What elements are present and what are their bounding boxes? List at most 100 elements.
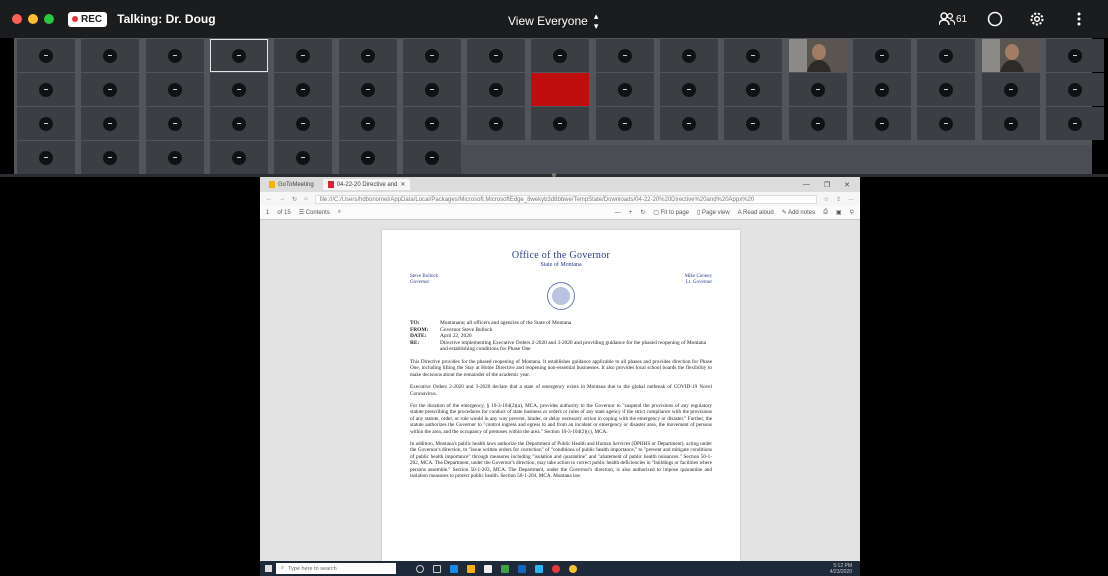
participant-tile[interactable]	[467, 73, 526, 106]
participant-tile[interactable]	[1045, 39, 1104, 72]
participant-tile[interactable]	[81, 107, 140, 140]
chat-button[interactable]	[974, 0, 1016, 38]
participant-tile[interactable]	[17, 141, 75, 174]
participant-tile[interactable]	[402, 39, 461, 72]
more-icon[interactable]: …	[848, 196, 860, 202]
participant-tile[interactable]	[402, 141, 461, 174]
minimize-icon[interactable]: —	[803, 181, 810, 189]
participant-tile[interactable]	[209, 141, 268, 174]
participant-tile[interactable]	[1045, 107, 1104, 140]
app-icon[interactable]	[501, 564, 509, 573]
participant-tile[interactable]	[81, 141, 140, 174]
cortana-icon[interactable]	[416, 564, 424, 573]
participant-tile[interactable]	[402, 73, 461, 106]
participant-tile[interactable]	[531, 73, 590, 106]
view-selector[interactable]: View Everyone ▴ ▾	[508, 11, 598, 31]
participant-tile[interactable]	[852, 73, 911, 106]
taskbar-search-input[interactable]: ⌕ Type here to search	[276, 563, 396, 574]
participant-tile[interactable]	[788, 107, 847, 140]
participant-tile[interactable]	[531, 107, 590, 140]
store-icon[interactable]	[484, 564, 492, 573]
participant-tile[interactable]	[467, 107, 526, 140]
participant-tile[interactable]	[145, 73, 204, 106]
participant-tile[interactable]	[917, 107, 976, 140]
home-icon[interactable]: ⌂	[304, 196, 308, 202]
participant-tile[interactable]	[274, 39, 333, 72]
participant-tile[interactable]	[274, 73, 333, 106]
participant-tile[interactable]	[81, 73, 140, 106]
app-icon[interactable]	[535, 564, 543, 573]
participant-tile[interactable]	[917, 39, 976, 72]
participant-video-tile[interactable]	[788, 39, 847, 72]
maximize-icon[interactable]: ❐	[824, 181, 830, 189]
forward-icon[interactable]: →	[279, 196, 285, 202]
pin-icon[interactable]: ⚲	[850, 209, 860, 216]
participant-tile[interactable]	[402, 107, 461, 140]
zoom-out-icon[interactable]: —	[615, 210, 621, 216]
close-icon[interactable]: ✕	[400, 181, 405, 188]
participant-video-tile[interactable]	[981, 39, 1040, 72]
participant-tile[interactable]	[17, 107, 75, 140]
participant-tile[interactable]	[852, 39, 911, 72]
participant-tile[interactable]	[595, 73, 654, 106]
participant-tile[interactable]	[852, 107, 911, 140]
participant-tile[interactable]	[724, 107, 783, 140]
participant-tile[interactable]	[724, 39, 783, 72]
contents-button[interactable]: ☰ Contents	[299, 209, 330, 216]
participant-tile[interactable]	[274, 141, 333, 174]
participant-tile[interactable]	[274, 107, 333, 140]
system-tray[interactable]: 5:12 PM 4/23/2020	[830, 563, 860, 575]
rotate-icon[interactable]: ↻	[640, 209, 645, 216]
save-icon[interactable]: ▣	[836, 209, 842, 216]
read-aloud-button[interactable]: A Read aloud	[738, 210, 774, 216]
participant-tile[interactable]	[338, 107, 397, 140]
participant-tile[interactable]	[145, 141, 204, 174]
participant-tile[interactable]	[17, 73, 75, 106]
participant-tile[interactable]	[660, 107, 718, 140]
favorite-star-icon[interactable]: ☆	[824, 196, 829, 203]
page-view-button[interactable]: ▯ Page view	[697, 209, 730, 216]
app-icon[interactable]	[552, 564, 560, 573]
participant-tile[interactable]	[145, 107, 204, 140]
start-button[interactable]	[260, 561, 276, 576]
edge-icon[interactable]	[450, 564, 458, 573]
fit-to-page-button[interactable]: ▢ Fit to page	[653, 209, 689, 216]
minimize-window-button[interactable]	[28, 14, 38, 24]
participant-tile[interactable]	[917, 73, 976, 106]
task-view-icon[interactable]	[433, 564, 441, 573]
participant-tile[interactable]	[338, 73, 397, 106]
participant-tile[interactable]	[531, 39, 590, 72]
participant-tile[interactable]	[81, 39, 140, 72]
participant-tile[interactable]	[724, 73, 783, 106]
back-icon[interactable]: ←	[266, 196, 272, 202]
participant-tile[interactable]	[595, 107, 654, 140]
participant-tile[interactable]	[209, 39, 268, 72]
file-explorer-icon[interactable]	[467, 564, 475, 573]
settings-button[interactable]	[1016, 0, 1058, 38]
participant-tile[interactable]	[981, 73, 1040, 106]
close-window-button[interactable]	[12, 14, 22, 24]
participants-button[interactable]: 61	[932, 0, 974, 38]
participant-tile[interactable]	[660, 39, 718, 72]
search-icon[interactable]: ⌕	[338, 209, 341, 216]
mail-icon[interactable]	[518, 564, 526, 573]
pdf-viewport[interactable]: Office of the Governor State of Montana …	[260, 220, 860, 570]
browser-tab[interactable]: GoToMeeting	[264, 179, 319, 190]
participant-tile[interactable]	[17, 39, 75, 72]
participant-tile[interactable]	[209, 73, 268, 106]
zoom-window-button[interactable]	[44, 14, 54, 24]
print-icon[interactable]: ⎙	[823, 209, 828, 216]
participant-tile[interactable]	[209, 107, 268, 140]
browser-tab-active[interactable]: 04-22-20 Directive and ✕	[322, 179, 411, 190]
participant-tile[interactable]	[981, 107, 1040, 140]
participant-tile[interactable]	[338, 39, 397, 72]
participant-tile[interactable]	[660, 73, 718, 106]
zoom-in-icon[interactable]: +	[629, 210, 633, 216]
participant-tile[interactable]	[467, 39, 526, 72]
participant-tile[interactable]	[788, 73, 847, 106]
more-options-button[interactable]	[1058, 0, 1100, 38]
page-number-input[interactable]: 1	[266, 210, 269, 216]
share-icon[interactable]: ⇪	[836, 196, 841, 203]
add-notes-button[interactable]: ✎ Add notes	[782, 209, 815, 216]
chrome-icon[interactable]	[569, 564, 577, 573]
